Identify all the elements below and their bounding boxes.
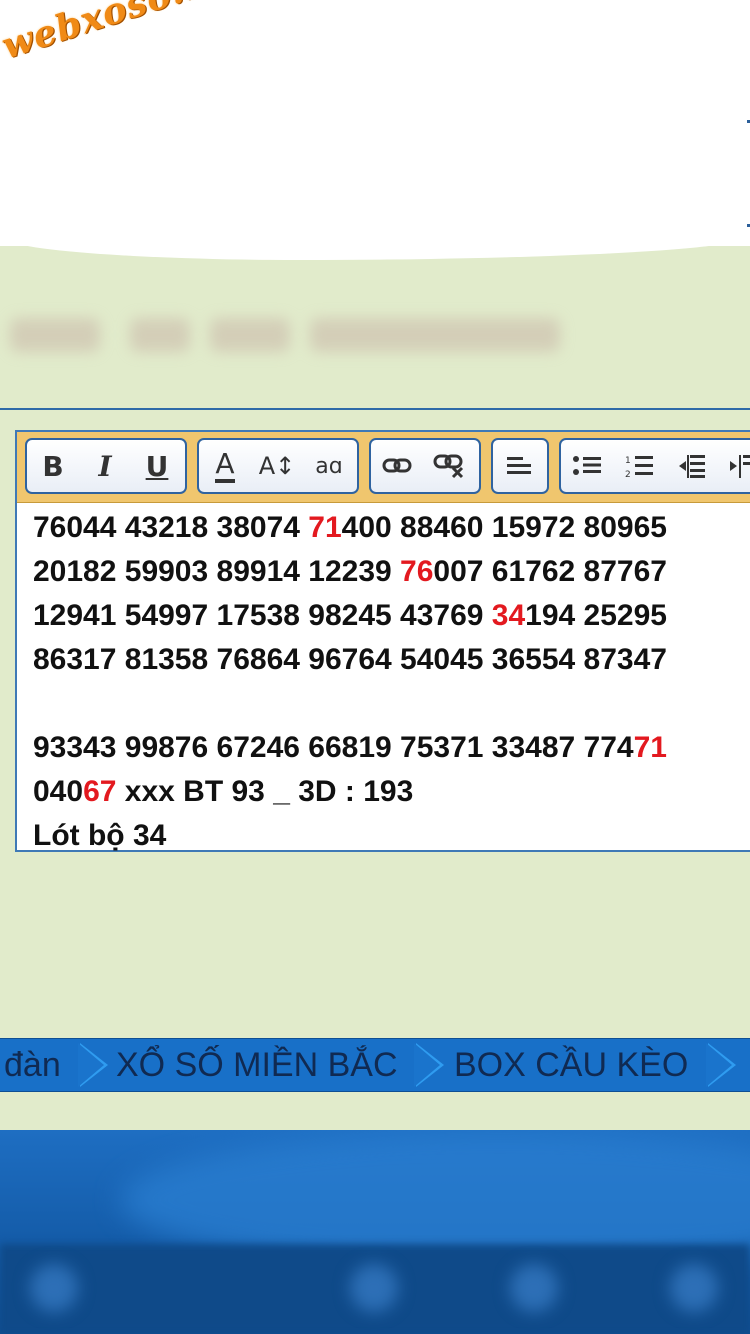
- indent-button[interactable]: [717, 440, 750, 492]
- editor-line: 12941 54997 17538 98245 43769 34194 2529…: [33, 594, 750, 638]
- bullet-list-button[interactable]: [561, 440, 613, 492]
- editor-toolbar: B I U A A↕ aɑ 1 2: [17, 432, 750, 503]
- align-group: [491, 438, 549, 494]
- header-area: webxoso.net: [0, 0, 750, 260]
- editor-line: 20182 59903 89914 12239 76007 61762 8776…: [33, 550, 750, 594]
- outdent-icon: [679, 455, 705, 478]
- underline-icon: U: [145, 449, 169, 483]
- editor-line: 04067 xxx BT 93 _ 3D : 193: [33, 770, 750, 814]
- highlighted-number: 71: [308, 511, 342, 544]
- font-color-icon: A: [215, 449, 235, 483]
- font-group: A A↕ aɑ: [197, 438, 359, 494]
- header-edge-marks: [746, 120, 750, 230]
- nav-separator-arrow-icon: [706, 1043, 736, 1087]
- outdent-button[interactable]: [665, 440, 717, 492]
- font-color-button[interactable]: A: [199, 440, 251, 492]
- indent-icon: [730, 455, 750, 478]
- bullet-list-icon: [573, 456, 601, 475]
- italic-icon: I: [98, 449, 112, 483]
- nav-separator-arrow-icon: [414, 1043, 444, 1087]
- editor-text: 12941 54997 17538 98245 43769: [33, 599, 492, 632]
- site-logo: webxoso.net: [0, 0, 255, 68]
- footer-icon: [510, 1264, 558, 1312]
- editor-text: 76044 43218 38074: [33, 511, 309, 544]
- remove-link-button[interactable]: [423, 440, 475, 492]
- bold-icon: B: [42, 449, 64, 483]
- font-size-icon: A↕: [258, 452, 296, 480]
- italic-button[interactable]: I: [79, 440, 131, 492]
- insert-link-button[interactable]: [371, 440, 423, 492]
- svg-text:1: 1: [625, 456, 631, 466]
- font-case-button[interactable]: aɑ: [303, 440, 355, 492]
- forum-nav-bar: đàn XỔ SỐ MIỀN BẮC BOX CẦU KÈO: [0, 1038, 750, 1092]
- svg-text:2: 2: [625, 470, 631, 479]
- editor-line: 86317 81358 76864 96764 54045 36554 8734…: [33, 638, 750, 682]
- font-case-icon: aɑ: [315, 453, 343, 479]
- editor-text: 400 88460 15972 80965: [341, 511, 667, 544]
- editor-text: Lót bộ 34: [33, 819, 167, 852]
- editor-line: Lót bộ 34: [33, 814, 750, 858]
- link-group: [369, 438, 481, 494]
- footer-icon: [30, 1264, 78, 1312]
- highlighted-number: 67: [83, 775, 117, 808]
- editor-text: 93343 99876 67246 66819 75371 33487 774: [33, 731, 634, 764]
- editor-text: 040: [33, 775, 84, 808]
- panel-divider: [0, 408, 750, 410]
- nav-item-xo-so-mien-bac[interactable]: XỔ SỐ MIỀN BẮC: [116, 1045, 398, 1085]
- editor-text: 20182 59903 89914 12239: [33, 555, 401, 588]
- underline-button[interactable]: U: [131, 440, 183, 492]
- footer-icon: [670, 1264, 718, 1312]
- nav-separator-arrow-icon: [78, 1043, 108, 1087]
- blurred-username-strip: [10, 300, 570, 370]
- font-size-button[interactable]: A↕: [251, 440, 303, 492]
- message-editor[interactable]: B I U A A↕ aɑ 1 2 76044 43218 38074 7140…: [15, 430, 750, 852]
- editor-line: 76044 43218 38074 71400 88460 15972 8096…: [33, 506, 750, 550]
- highlighted-number: 71: [633, 731, 667, 764]
- list-group: 1 2: [559, 438, 750, 494]
- footer-icon: [350, 1264, 398, 1312]
- highlighted-number: 76: [400, 555, 434, 588]
- numbered-list-icon: 1 2: [625, 456, 653, 479]
- editor-text: 007 61762 87767: [433, 555, 667, 588]
- editor-content[interactable]: 76044 43218 38074 71400 88460 15972 8096…: [33, 506, 750, 858]
- align-left-icon: [507, 457, 531, 474]
- text-style-group: B I U: [25, 438, 187, 494]
- editor-text: xxx BT 93 _ 3D : 193: [116, 775, 414, 808]
- editor-line: 93343 99876 67246 66819 75371 33487 7747…: [33, 726, 750, 770]
- numbered-list-button[interactable]: 1 2: [613, 440, 665, 492]
- highlighted-number: 34: [491, 599, 526, 632]
- align-left-button[interactable]: [493, 440, 545, 492]
- editor-text: 86317 81358 76864 96764 54045 36554 8734…: [33, 643, 667, 676]
- bold-button[interactable]: B: [27, 440, 79, 492]
- editor-text: 194 25295: [525, 599, 667, 632]
- nav-item-dan[interactable]: đàn: [4, 1045, 61, 1085]
- page-footer: [0, 1130, 750, 1334]
- nav-item-box-cau-keo[interactable]: BOX CẦU KÈO: [454, 1045, 688, 1085]
- link-icon: [382, 458, 412, 473]
- unlink-icon: [433, 454, 464, 479]
